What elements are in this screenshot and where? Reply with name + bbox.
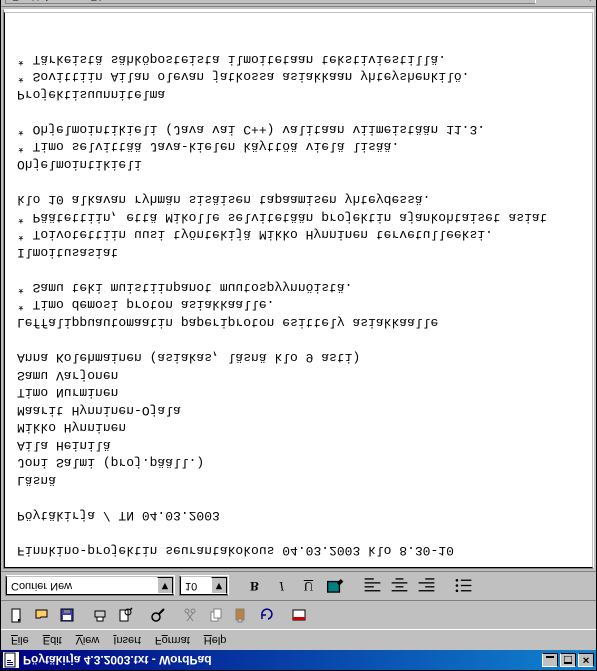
italic-button[interactable]: I xyxy=(270,575,293,597)
document-body[interactable]: Finnkino-projektin seurantakokous 04.03.… xyxy=(4,12,593,568)
menu-file[interactable]: File xyxy=(5,632,35,648)
editor-area[interactable]: Finnkino-projektin seurantakokous 04.03.… xyxy=(3,9,594,569)
wordpad-window: Pöytäkirja 4.3.2003.txt - WordPad ✕ File… xyxy=(0,0,597,671)
menu-help[interactable]: Help xyxy=(198,632,233,648)
font-size-display: 10 xyxy=(181,580,211,592)
menu-format[interactable]: Format xyxy=(149,632,196,648)
window-title: Pöytäkirja 4.3.2003.txt - WordPad xyxy=(23,653,542,667)
maximize-button[interactable] xyxy=(560,653,576,667)
menu-view[interactable]: View xyxy=(70,632,106,648)
titlebar: Pöytäkirja 4.3.2003.txt - WordPad ✕ xyxy=(1,650,596,670)
menu-edit[interactable]: Edit xyxy=(37,632,68,648)
statusbar: For Help, press F1 xyxy=(1,0,596,7)
status-text: For Help, press F1 xyxy=(5,0,536,5)
cut-button[interactable] xyxy=(179,604,202,626)
menu-insert[interactable]: Insert xyxy=(107,632,147,648)
font-name-display: Courier New xyxy=(7,580,157,592)
align-left-button[interactable] xyxy=(361,575,384,597)
close-button[interactable]: ✕ xyxy=(578,653,594,667)
bold-button[interactable]: B xyxy=(243,575,266,597)
save-button[interactable] xyxy=(55,604,78,626)
standard-toolbar xyxy=(1,600,596,630)
resize-grip[interactable] xyxy=(576,0,592,4)
align-center-button[interactable] xyxy=(388,575,411,597)
font-combo[interactable]: Courier New ▼ xyxy=(5,576,175,597)
paste-button[interactable] xyxy=(229,604,252,626)
open-button[interactable] xyxy=(30,604,53,626)
minimize-button[interactable] xyxy=(542,653,558,667)
undo-button[interactable] xyxy=(254,604,277,626)
font-dropdown-button[interactable]: ▼ xyxy=(157,578,173,595)
copy-button[interactable] xyxy=(204,604,227,626)
size-dropdown-button[interactable]: ▼ xyxy=(211,578,227,595)
new-button[interactable] xyxy=(5,604,28,626)
font-size-combo[interactable]: 10 ▼ xyxy=(179,576,229,597)
format-toolbar: Courier New ▼ 10 ▼ B I U xyxy=(1,571,596,600)
color-button[interactable] xyxy=(324,575,347,597)
bullets-button[interactable] xyxy=(452,575,475,597)
print-preview-button[interactable] xyxy=(113,604,136,626)
menubar: File Edit View Insert Format Help xyxy=(1,630,596,650)
wordpad-app-icon xyxy=(3,652,19,668)
datetime-button[interactable] xyxy=(287,604,310,626)
find-button[interactable] xyxy=(146,604,169,626)
align-right-button[interactable] xyxy=(415,575,438,597)
underline-button[interactable]: U xyxy=(297,575,320,597)
print-button[interactable] xyxy=(88,604,111,626)
